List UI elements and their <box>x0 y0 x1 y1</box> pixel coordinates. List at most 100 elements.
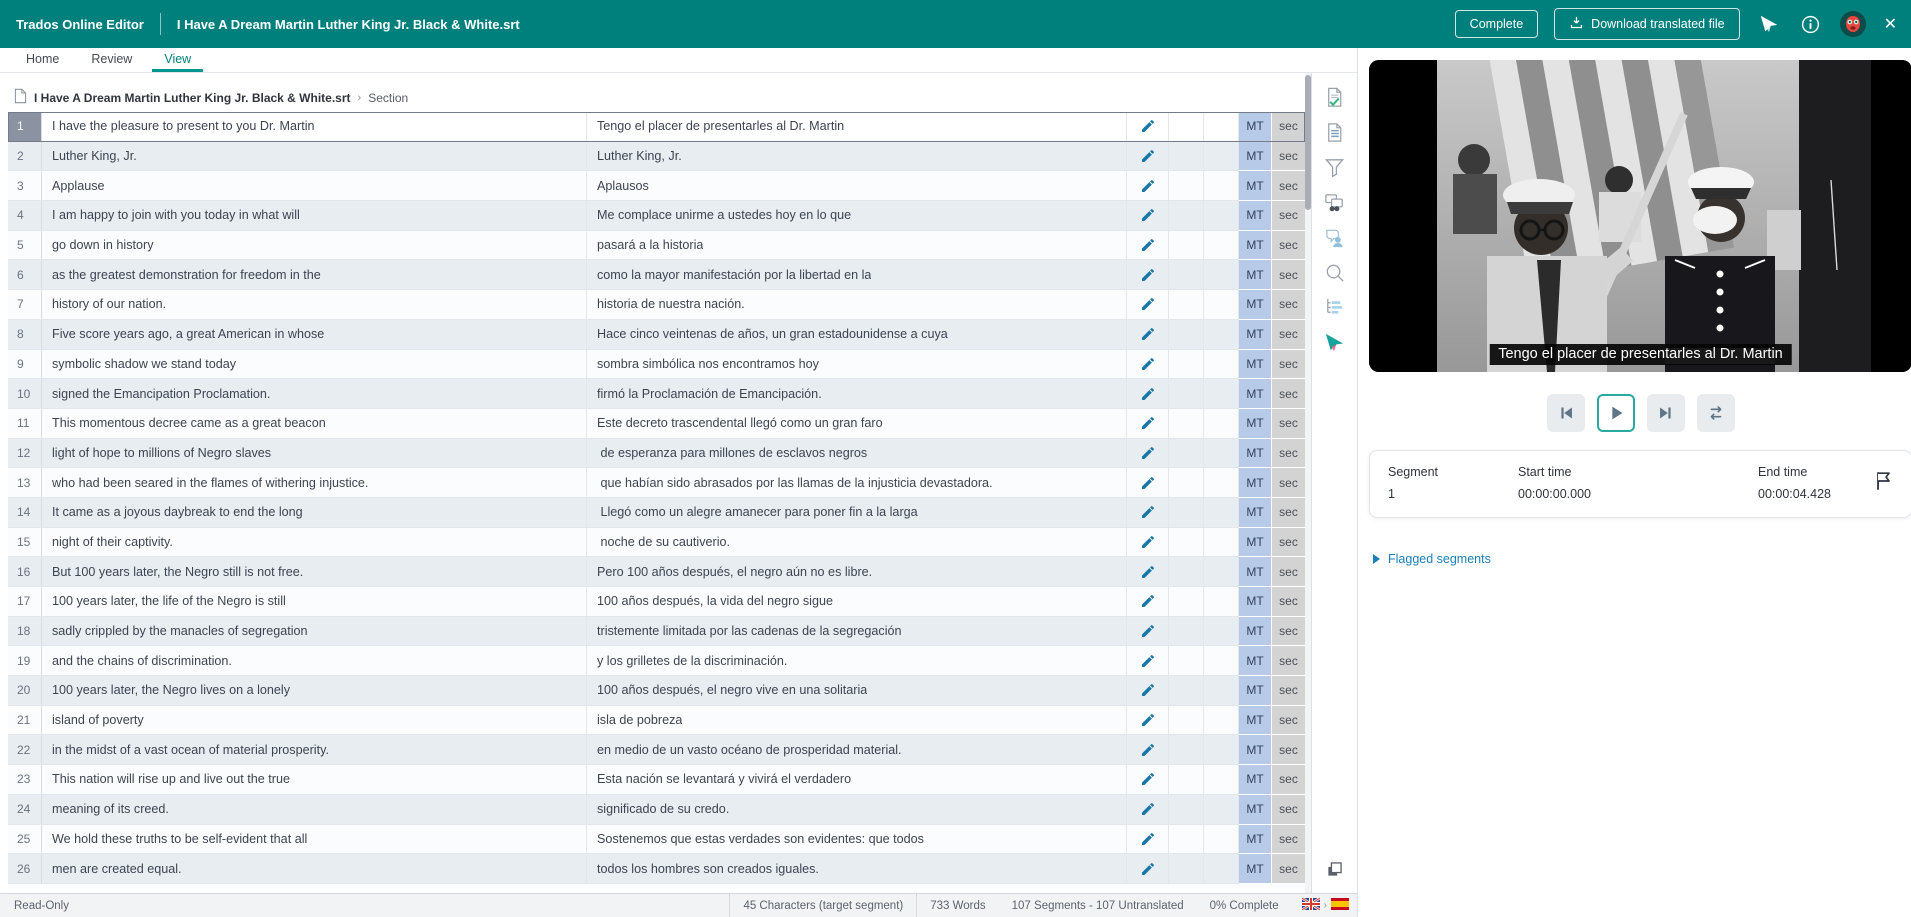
segment-row[interactable]: 26men are created equal.todos los hombre… <box>8 854 1305 884</box>
target-cell[interactable]: firmó la Proclamación de Emancipación. <box>587 379 1127 408</box>
segment-row[interactable]: 2Luther King, Jr.Luther King, Jr.MTsec <box>8 142 1305 172</box>
segment-row[interactable]: 5go down in historypasará a la historiaM… <box>8 231 1305 261</box>
segment-row[interactable]: 15night of their captivity. noche de su … <box>8 528 1305 558</box>
edit-segment-button[interactable] <box>1127 646 1169 675</box>
target-cell[interactable]: Llegó como un alegre amanecer para poner… <box>587 498 1127 527</box>
target-cell[interactable]: sombra simbólica nos encontramos hoy <box>587 350 1127 379</box>
segment-row[interactable]: 4I am happy to join with you today in wh… <box>8 201 1305 231</box>
source-cell[interactable]: men are created equal. <box>42 854 587 883</box>
source-cell[interactable]: meaning of its creed. <box>42 795 587 824</box>
segment-row[interactable]: 13who had been seared in the flames of w… <box>8 468 1305 498</box>
next-segment-button[interactable] <box>1647 394 1685 432</box>
source-cell[interactable]: in the midst of a vast ocean of material… <box>42 735 587 764</box>
segment-row[interactable]: 22in the midst of a vast ocean of materi… <box>8 735 1305 765</box>
tab-view[interactable]: View <box>152 48 203 72</box>
document-check-icon[interactable] <box>1323 85 1347 109</box>
segment-row[interactable]: 24meaning of its creed.significado de su… <box>8 795 1305 825</box>
scrollbar-thumb[interactable] <box>1305 75 1311 210</box>
segment-number-cell[interactable]: 17 <box>8 587 42 616</box>
source-cell[interactable]: sadly crippled by the manacles of segreg… <box>42 617 587 646</box>
target-cell[interactable]: tristemente limitada por las cadenas de … <box>587 617 1127 646</box>
edit-segment-button[interactable] <box>1127 201 1169 230</box>
segment-row[interactable]: 19and the chains of discrimination.y los… <box>8 646 1305 676</box>
edit-segment-button[interactable] <box>1127 735 1169 764</box>
segment-row[interactable]: 1I have the pleasure to present to you D… <box>8 112 1305 142</box>
comments-icon[interactable] <box>1323 225 1347 249</box>
target-cell[interactable]: Tengo el placer de presentarles al Dr. M… <box>587 112 1127 141</box>
source-cell[interactable]: It came as a joyous daybreak to end the … <box>42 498 587 527</box>
segment-number-cell[interactable]: 23 <box>8 765 42 794</box>
segment-number-cell[interactable]: 10 <box>8 379 42 408</box>
source-cell[interactable]: Luther King, Jr. <box>42 142 587 171</box>
target-cell[interactable]: que habían sido abrasados por las llamas… <box>587 468 1127 497</box>
segment-number-cell[interactable]: 6 <box>8 260 42 289</box>
video-player[interactable]: Tengo el placer de presentarles al Dr. M… <box>1369 60 1911 372</box>
edit-segment-button[interactable] <box>1127 142 1169 171</box>
previous-segment-button[interactable] <box>1547 394 1585 432</box>
complete-button[interactable]: Complete <box>1455 10 1539 38</box>
segment-number-cell[interactable]: 26 <box>8 854 42 883</box>
edit-segment-button[interactable] <box>1127 587 1169 616</box>
source-cell[interactable]: signed the Emancipation Proclamation. <box>42 379 587 408</box>
segment-row[interactable]: 3ApplauseAplausosMTsec <box>8 171 1305 201</box>
document-preview-icon[interactable] <box>1323 120 1347 144</box>
user-avatar[interactable] <box>1840 11 1866 37</box>
edit-segment-button[interactable] <box>1127 350 1169 379</box>
edit-segment-button[interactable] <box>1127 439 1169 468</box>
play-button[interactable] <box>1597 394 1635 432</box>
segment-number-cell[interactable]: 11 <box>8 409 42 438</box>
source-cell[interactable]: history of our nation. <box>42 290 587 319</box>
target-cell[interactable]: Pero 100 años después, el negro aún no e… <box>587 557 1127 586</box>
segment-row[interactable]: 21island of povertyisla de pobrezaMTsec <box>8 706 1305 736</box>
segment-number-cell[interactable]: 3 <box>8 171 42 200</box>
edit-segment-button[interactable] <box>1127 706 1169 735</box>
segment-number-cell[interactable]: 7 <box>8 290 42 319</box>
target-cell[interactable]: Esta nación se levantará y vivirá el ver… <box>587 765 1127 794</box>
segment-number-cell[interactable]: 18 <box>8 617 42 646</box>
source-cell[interactable]: 100 years later, the Negro lives on a lo… <box>42 676 587 705</box>
loop-button[interactable] <box>1697 394 1735 432</box>
edit-segment-button[interactable] <box>1127 795 1169 824</box>
whats-new-icon[interactable] <box>1756 11 1782 37</box>
segment-number-cell[interactable]: 21 <box>8 706 42 735</box>
source-cell[interactable]: who had been seared in the flames of wit… <box>42 468 587 497</box>
source-cell[interactable]: I am happy to join with you today in wha… <box>42 201 587 230</box>
edit-segment-button[interactable] <box>1127 409 1169 438</box>
target-cell[interactable]: todos los hombres son creados iguales. <box>587 854 1127 883</box>
segment-number-cell[interactable]: 22 <box>8 735 42 764</box>
source-cell[interactable]: and the chains of discrimination. <box>42 646 587 675</box>
edit-segment-button[interactable] <box>1127 468 1169 497</box>
edit-segment-button[interactable] <box>1127 676 1169 705</box>
target-cell[interactable]: pasará a la historia <box>587 231 1127 260</box>
close-icon[interactable]: ✕ <box>1884 14 1897 34</box>
table-scrollbar[interactable] <box>1305 73 1311 893</box>
source-cell[interactable]: night of their captivity. <box>42 528 587 557</box>
edit-segment-button[interactable] <box>1127 290 1169 319</box>
segment-row[interactable]: 16But 100 years later, the Negro still i… <box>8 557 1305 587</box>
target-cell[interactable]: Este decreto trascendental llegó como un… <box>587 409 1127 438</box>
segment-number-cell[interactable]: 4 <box>8 201 42 230</box>
source-cell[interactable]: This nation will rise up and live out th… <box>42 765 587 794</box>
detach-panel-icon[interactable] <box>1323 857 1347 881</box>
source-cell[interactable]: Five score years ago, a great American i… <box>42 320 587 349</box>
source-cell[interactable]: Applause <box>42 171 587 200</box>
segment-row[interactable]: 14It came as a joyous daybreak to end th… <box>8 498 1305 528</box>
segment-number-cell[interactable]: 12 <box>8 439 42 468</box>
target-cell[interactable]: significado de su credo. <box>587 795 1127 824</box>
download-translated-file-button[interactable]: Download translated file <box>1554 8 1739 40</box>
target-cell[interactable]: y los grilletes de la discriminación. <box>587 646 1127 675</box>
target-cell[interactable]: en medio de un vasto océano de prosperid… <box>587 735 1127 764</box>
segment-number-cell[interactable]: 24 <box>8 795 42 824</box>
segment-number-cell[interactable]: 5 <box>8 231 42 260</box>
edit-segment-button[interactable] <box>1127 557 1169 586</box>
segment-number-cell[interactable]: 15 <box>8 528 42 557</box>
segment-row[interactable]: 8Five score years ago, a great American … <box>8 320 1305 350</box>
source-cell[interactable]: I have the pleasure to present to you Dr… <box>42 112 587 141</box>
segment-number-cell[interactable]: 2 <box>8 142 42 171</box>
segment-row[interactable]: 11This momentous decree came as a great … <box>8 409 1305 439</box>
edit-segment-button[interactable] <box>1127 231 1169 260</box>
find-replace-icon[interactable] <box>1323 190 1347 214</box>
edit-segment-button[interactable] <box>1127 528 1169 557</box>
flagged-segments-toggle[interactable]: Flagged segments <box>1369 552 1911 566</box>
segment-row[interactable]: 17100 years later, the life of the Negro… <box>8 587 1305 617</box>
